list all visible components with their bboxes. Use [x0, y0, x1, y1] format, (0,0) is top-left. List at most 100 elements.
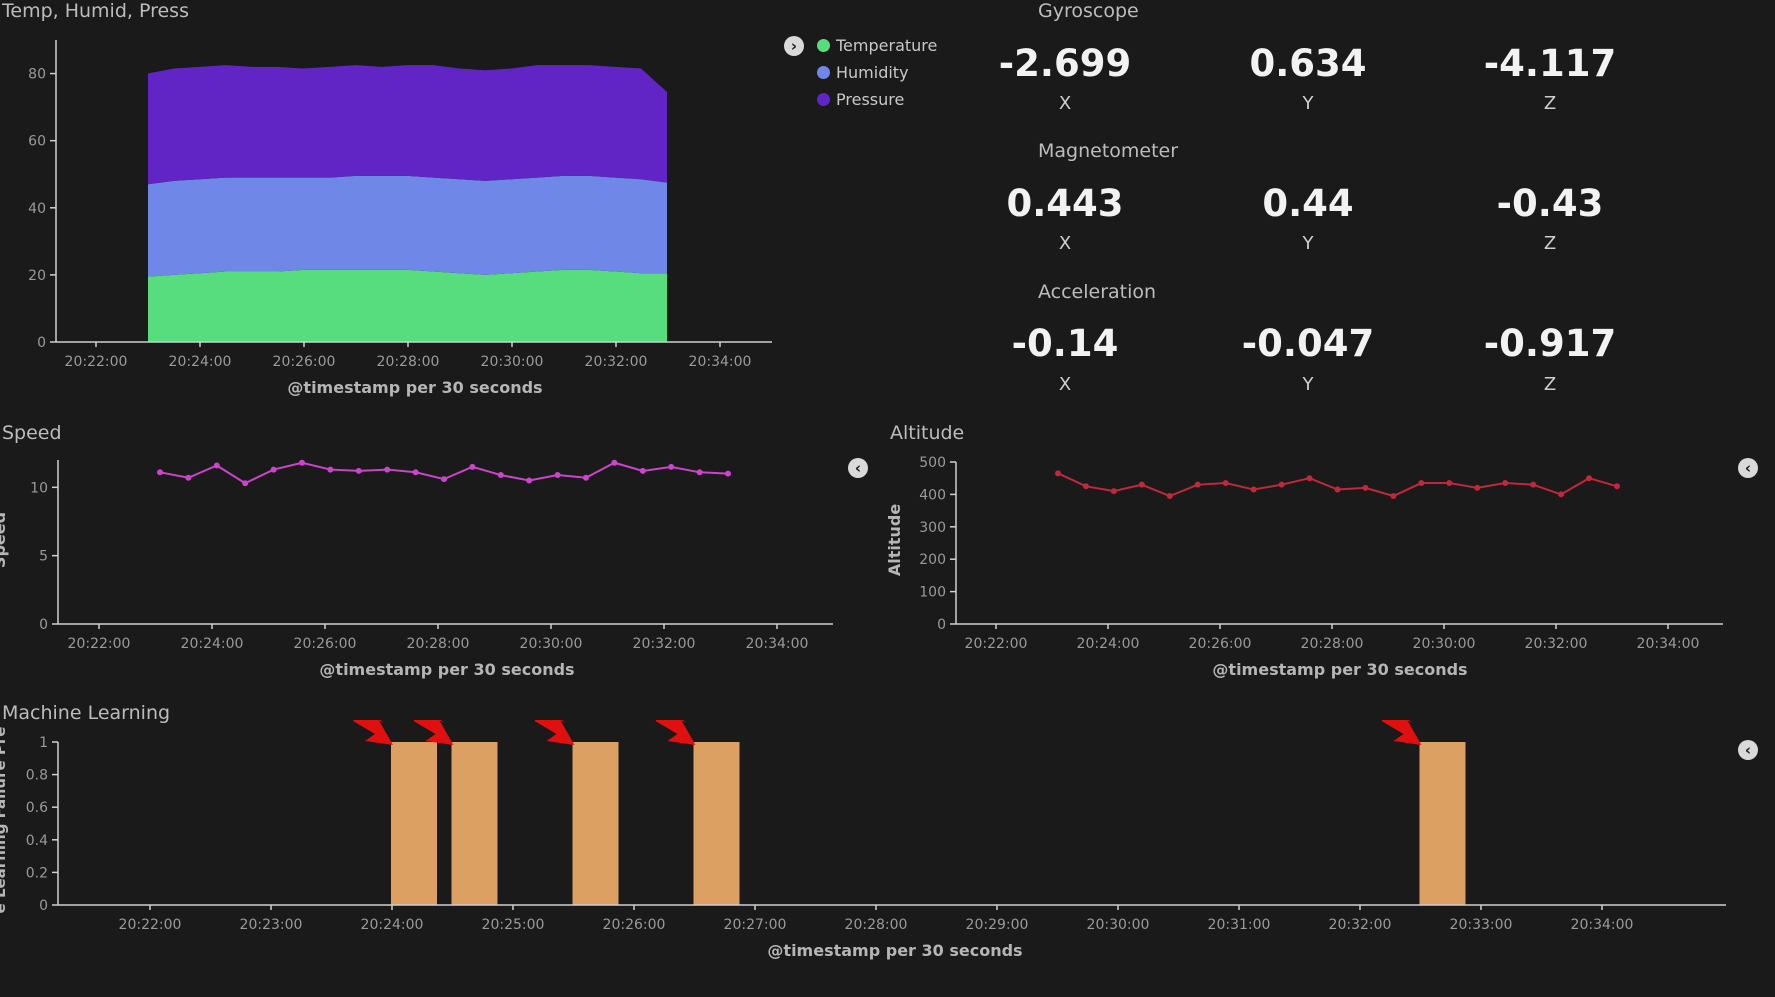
y-tick-label: 40: [28, 201, 46, 217]
x-tick-label: 20:24:00: [181, 636, 244, 652]
y-tick-label: 0: [37, 335, 46, 351]
x-tick-label: 20:28:00: [407, 636, 470, 652]
data-point: [270, 466, 277, 473]
failure-bar: [451, 742, 498, 905]
temperature-dot-icon: [817, 39, 830, 52]
x-tick-label: 20:34:00: [746, 636, 809, 652]
data-point: [554, 472, 561, 479]
data-point: [1614, 483, 1620, 490]
legend-item-temperature[interactable]: Temperature: [817, 32, 937, 59]
altitude-y-axis-label: Altitude: [885, 504, 904, 576]
metric-axis-label: Z: [1543, 233, 1557, 254]
y-tick-label: 200: [919, 552, 946, 568]
x-tick-label: 20:28:00: [1301, 636, 1364, 652]
temp-area-chart: 0 20 40 60 80 20:22:00 20:24:00 20:26:00 20:28:…: [28, 40, 772, 397]
failure-bar: [572, 742, 619, 905]
x-tick-label: 20:34:00: [1571, 917, 1634, 933]
y-tick-label: 500: [919, 455, 946, 471]
red-arrow-icon: [353, 720, 393, 745]
data-point: [299, 459, 305, 466]
y-tick-label: 0: [39, 617, 48, 633]
y-tick-label: 0.8: [26, 768, 48, 784]
altitude-line-chart: Altitude 0 100 200 300 400 500 20:22:00 20:24:…: [885, 455, 1723, 679]
metric-value: -0.047: [1241, 322, 1375, 365]
data-point: [1138, 481, 1145, 488]
metric-value: 0.443: [1006, 182, 1124, 225]
chevron-left-icon[interactable]: ‹: [1738, 458, 1758, 478]
metric-axis-label: Y: [1302, 233, 1314, 254]
y-tick-label: 1: [39, 735, 48, 751]
data-point: [1502, 480, 1509, 487]
x-tick-label: 20:30:00: [481, 354, 544, 370]
metric-axis-label: X: [1058, 374, 1072, 395]
data-point: [611, 459, 618, 466]
metric-axis-label: Y: [1302, 374, 1314, 395]
x-tick-label: 20:23:00: [240, 917, 303, 933]
x-tick-label: 20:30:00: [1413, 636, 1476, 652]
x-tick-label: 20:34:00: [689, 354, 752, 370]
data-point: [696, 469, 703, 476]
data-point: [1166, 493, 1173, 500]
data-point: [1418, 480, 1425, 487]
arrow-shape: [413, 720, 454, 745]
arrow-shape: [1381, 720, 1422, 745]
data-point: [1250, 486, 1257, 493]
data-point: [639, 467, 646, 474]
x-tick-label: 20:22:00: [119, 917, 182, 933]
x-tick-label: 20:33:00: [1450, 917, 1513, 933]
ml-x-axis-label: @timestamp per 30 seconds: [767, 941, 1022, 960]
legend-item-humidity[interactable]: Humidity: [817, 59, 937, 86]
metric-value: 0.44: [1262, 182, 1354, 225]
y-tick-label: 0.2: [26, 865, 48, 881]
x-tick-label: 20:22:00: [65, 354, 128, 370]
data-point: [412, 469, 419, 476]
metric-title: Acceleration: [1038, 281, 1157, 303]
area-pressure: [148, 65, 667, 185]
chevron-left-icon[interactable]: ‹: [848, 458, 868, 478]
metric-title: Magnetometer: [1038, 140, 1179, 162]
x-tick-label: 20:28:00: [377, 354, 440, 370]
speed-x-axis-label: @timestamp per 30 seconds: [319, 660, 574, 679]
temp-x-axis-label: @timestamp per 30 seconds: [287, 378, 542, 397]
data-point: [157, 469, 163, 476]
metric-value: -4.117: [1483, 42, 1617, 85]
data-point: [441, 476, 447, 483]
data-point: [1334, 486, 1341, 493]
x-tick-label: 20:28:00: [845, 917, 908, 933]
x-tick-label: 20:27:00: [724, 917, 787, 933]
data-point: [242, 480, 249, 487]
metric-axis-label: X: [1058, 93, 1072, 114]
data-point: [384, 466, 391, 473]
metric-axis-label: Y: [1302, 93, 1314, 114]
x-tick-label: 20:34:00: [1637, 636, 1700, 652]
data-point: [668, 463, 675, 470]
data-point: [583, 474, 589, 481]
metric-value: -0.917: [1483, 322, 1617, 365]
data-point: [469, 463, 476, 470]
y-tick-label: 0: [937, 617, 946, 633]
x-tick-label: 20:30:00: [520, 636, 583, 652]
y-tick-label: 20: [28, 268, 46, 284]
chevron-left-icon[interactable]: ‹: [1738, 740, 1758, 760]
speed-line-chart: Speed 0 5 10 20:22:00 20:24:00 20:26:00 20:28…: [0, 459, 833, 679]
x-tick-label: 20:25:00: [482, 917, 545, 933]
x-tick-label: 20:32:00: [585, 354, 648, 370]
x-tick-label: 20:30:00: [1087, 917, 1150, 933]
x-tick-label: 20:31:00: [1208, 917, 1271, 933]
data-point: [1194, 481, 1201, 488]
y-tick-label: 0: [39, 898, 48, 914]
chevron-right-icon[interactable]: ›: [784, 36, 804, 56]
red-arrow-icon: [534, 720, 575, 745]
x-tick-label: 20:22:00: [965, 636, 1028, 652]
area-humidity: [148, 175, 667, 277]
data-point: [1530, 481, 1537, 488]
y-tick-label: 80: [28, 67, 46, 83]
temp-legend: Temperature Humidity Pressure: [817, 32, 937, 113]
data-point: [1586, 475, 1593, 482]
metric-value: 0.634: [1249, 42, 1367, 85]
arrow-shape: [655, 720, 696, 745]
metric-value: -0.43: [1496, 182, 1604, 225]
x-tick-label: 20:26:00: [1189, 636, 1252, 652]
legend-item-pressure[interactable]: Pressure: [817, 86, 937, 113]
y-tick-label: 5: [39, 549, 48, 565]
